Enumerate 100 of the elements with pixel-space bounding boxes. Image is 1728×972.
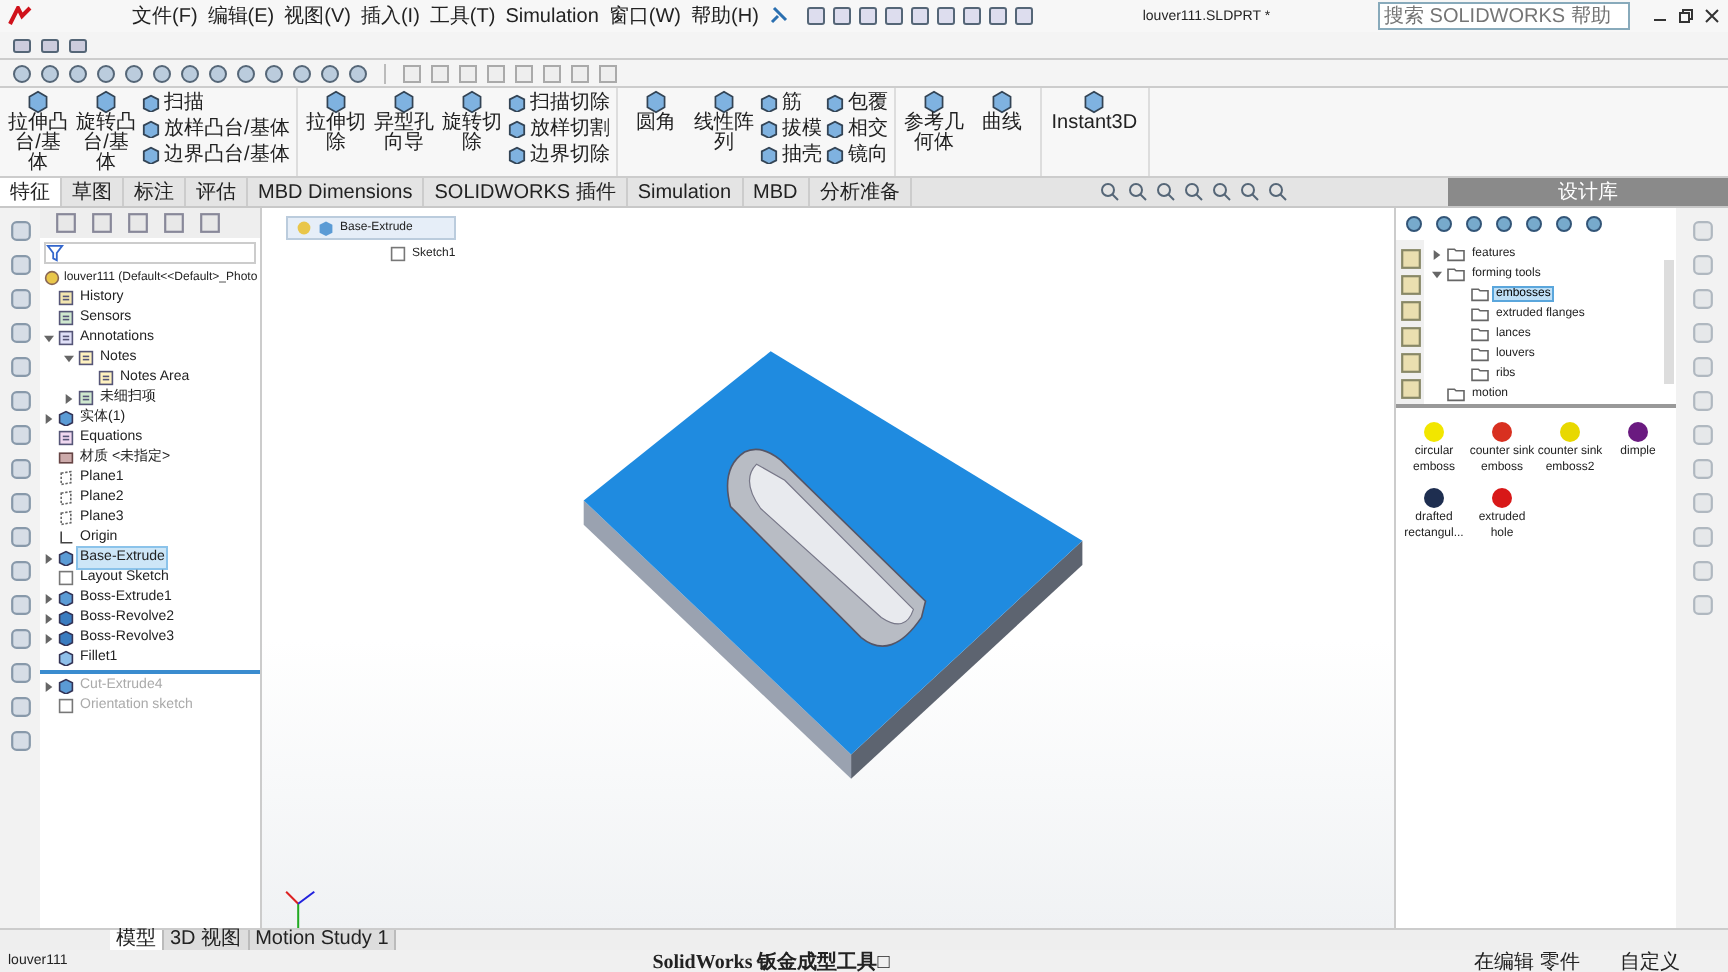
close-icon[interactable] xyxy=(1704,8,1720,24)
ribbon-button[interactable]: 旋转凸台/基体 xyxy=(74,90,138,174)
panel-tab-icon[interactable] xyxy=(1399,274,1421,296)
bottom-tab[interactable]: 3D 视图 xyxy=(164,930,250,950)
tool-icon[interactable] xyxy=(9,696,31,718)
tool-icon[interactable] xyxy=(9,560,31,582)
ribbon-button[interactable]: 扫描 xyxy=(142,90,290,116)
tool-icon[interactable] xyxy=(9,730,31,752)
command-tab[interactable]: MBD xyxy=(743,178,810,206)
ribbon-button[interactable]: 线性阵列 xyxy=(691,90,756,154)
ribbon-button[interactable]: 曲线 xyxy=(969,90,1034,134)
ribbon-button[interactable]: 相交 xyxy=(825,116,888,142)
view-tool-icon[interactable] xyxy=(1184,182,1204,202)
sketch-icon xyxy=(58,570,74,586)
toolbar-icon[interactable] xyxy=(936,6,957,26)
panel-tab-icon[interactable] xyxy=(1399,378,1421,400)
command-tab[interactable]: 特征 xyxy=(0,178,62,206)
menu-item[interactable]: 视图(V) xyxy=(284,2,351,30)
menu-item[interactable]: 帮助(H) xyxy=(691,2,759,30)
command-tab[interactable]: MBD Dimensions xyxy=(248,178,425,206)
tool-icon[interactable] xyxy=(9,220,31,242)
panel-tab-icon[interactable] xyxy=(1399,326,1421,348)
menu-item[interactable]: 插入(I) xyxy=(360,2,420,30)
toolbar-icon[interactable] xyxy=(1014,6,1035,26)
ribbon-button[interactable]: 边界凸台/基体 xyxy=(142,142,290,168)
view-tool-icon[interactable] xyxy=(1212,182,1232,202)
units-text[interactable]: 自定义 xyxy=(1620,947,1680,972)
scrollbar[interactable] xyxy=(1664,260,1674,384)
ribbon-button[interactable]: 边界切除 xyxy=(507,142,610,168)
command-tab[interactable]: 评估 xyxy=(186,178,248,206)
ribbon-button[interactable]: 筋 xyxy=(759,90,822,116)
toolbar-icon[interactable] xyxy=(858,6,879,26)
tool-icon[interactable] xyxy=(9,322,31,344)
tool-icon[interactable] xyxy=(9,424,31,446)
pin-icon[interactable] xyxy=(768,6,789,26)
tool-icon[interactable] xyxy=(9,254,31,276)
panel-tab-icon[interactable] xyxy=(196,212,224,234)
menu-item[interactable]: 窗口(W) xyxy=(608,2,682,30)
expanded-arrow-icon[interactable] xyxy=(1432,269,1442,279)
view-tool-icon[interactable] xyxy=(1240,182,1260,202)
toolbar-icon[interactable] xyxy=(962,6,983,26)
toolbar-icon[interactable] xyxy=(884,6,905,26)
bottom-tab[interactable]: 模型 xyxy=(110,930,164,950)
menu-item[interactable]: 文件(F) xyxy=(132,2,198,30)
command-tab[interactable]: 草图 xyxy=(62,178,124,206)
status-text: 在编辑 零件 xyxy=(1474,949,1580,972)
ribbon-button[interactable]: 拉伸切除 xyxy=(303,90,368,154)
command-tab[interactable]: Simulation xyxy=(627,178,744,206)
tool-icon[interactable] xyxy=(9,662,31,684)
tool-icon[interactable] xyxy=(9,526,31,548)
ribbon-button[interactable]: 放样凸台/基体 xyxy=(142,116,290,142)
ribbon-button[interactable]: 旋转切除 xyxy=(439,90,504,154)
part-icon[interactable] xyxy=(1422,486,1446,510)
ribbon-button[interactable]: 拉伸凸台/基体 xyxy=(6,90,70,174)
tool-icon[interactable] xyxy=(9,356,31,378)
toolbar-icon[interactable] xyxy=(910,6,931,26)
bottom-tab[interactable]: Motion Study 1 xyxy=(249,930,397,950)
ribbon-button[interactable]: 抽壳 xyxy=(759,142,822,168)
view-tool-icon[interactable] xyxy=(1100,182,1120,202)
panel-tab-icon[interactable] xyxy=(52,212,80,234)
view-tool-icon[interactable] xyxy=(1268,182,1288,202)
tool-icon[interactable] xyxy=(9,390,31,412)
ribbon-button[interactable]: 包覆 xyxy=(825,90,888,116)
view-tool-icon[interactable] xyxy=(1128,182,1148,202)
search-field[interactable]: 搜索 SOLIDWORKS 帮助 xyxy=(1378,2,1630,30)
tool-icon[interactable] xyxy=(9,288,31,310)
restore-icon[interactable] xyxy=(1678,8,1694,24)
toolbar-icon[interactable] xyxy=(988,6,1009,26)
panel-tab-icon[interactable] xyxy=(1399,300,1421,322)
menu-item[interactable]: 编辑(E) xyxy=(207,2,275,30)
tool-icon[interactable] xyxy=(9,628,31,650)
menu-item[interactable]: 工具(T) xyxy=(429,2,496,30)
panel-tab-icon[interactable] xyxy=(160,212,188,234)
command-tab[interactable]: 分析准备 xyxy=(809,178,912,206)
panel-tab-icon[interactable] xyxy=(1399,352,1421,374)
ribbon-button[interactable]: 参考几何体 xyxy=(901,90,966,154)
ribbon-button[interactable]: 放样切割 xyxy=(507,116,610,142)
tool-icon[interactable] xyxy=(9,492,31,514)
ribbon-button[interactable]: 拔模 xyxy=(759,116,822,142)
ribbon-button[interactable]: 异型孔向导 xyxy=(371,90,436,154)
part-icon[interactable] xyxy=(1626,420,1650,444)
panel-tab-icon[interactable] xyxy=(124,212,152,234)
panel-tab-icon[interactable] xyxy=(1399,248,1421,270)
command-tab[interactable]: 标注 xyxy=(124,178,186,206)
ribbon-button[interactable]: 圆角 xyxy=(623,90,688,134)
ribbon-button[interactable]: 镜向 xyxy=(825,142,888,168)
view-tool-icon[interactable] xyxy=(1156,182,1176,202)
collapsed-arrow-icon[interactable] xyxy=(44,553,54,563)
toolbar-icon[interactable] xyxy=(832,6,853,26)
tool-icon[interactable] xyxy=(9,458,31,480)
filter-field[interactable] xyxy=(44,242,256,264)
ribbon-button[interactable]: 扫描切除 xyxy=(507,90,610,116)
panel-tab-icon[interactable] xyxy=(88,212,116,234)
tool-icon[interactable] xyxy=(9,594,31,616)
command-tab[interactable]: SOLIDWORKS 插件 xyxy=(424,178,628,206)
ribbon-button[interactable]: Instant3D xyxy=(1047,90,1142,134)
toolbar-icon[interactable] xyxy=(806,6,827,26)
menu-item[interactable]: Simulation xyxy=(505,5,599,27)
collapsed-arrow-icon[interactable] xyxy=(1432,249,1442,259)
feature-icon xyxy=(391,90,416,114)
